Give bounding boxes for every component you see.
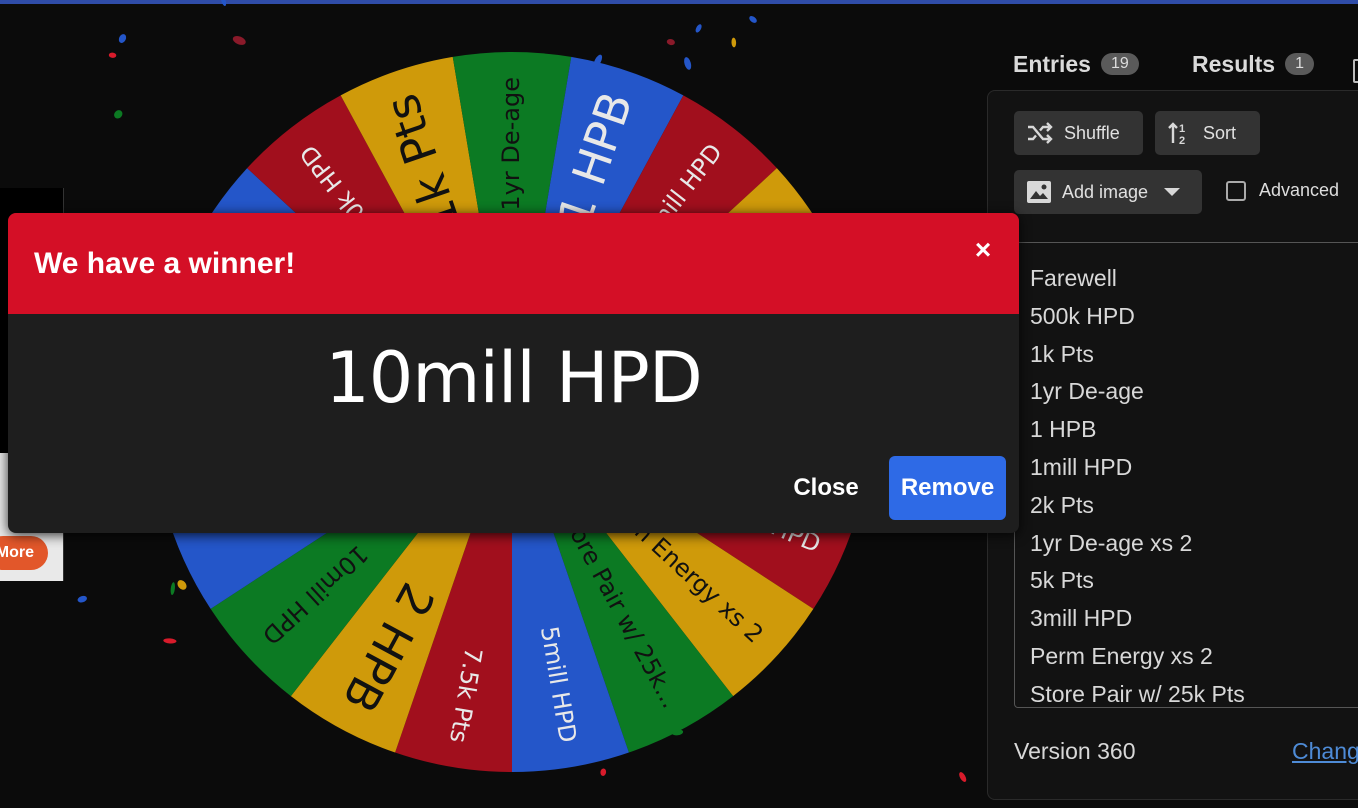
more-button[interactable]: More <box>0 536 48 570</box>
svg-text:2: 2 <box>1179 135 1185 146</box>
tab-entries-count: 19 <box>1100 53 1139 75</box>
sort-label: Sort <box>1203 122 1237 143</box>
add-image-button[interactable]: Add image <box>1014 170 1202 214</box>
entry-item: 2k Pts <box>1030 491 1094 518</box>
confetti-piece <box>170 582 175 595</box>
entry-item: 500k HPD <box>1030 302 1135 329</box>
entry-item: 1mill HPD <box>1030 454 1133 480</box>
add-image-label: Add image <box>1062 181 1149 202</box>
entries-textarea[interactable]: Farewell 500k HPD 1k Pts 1yr De-age 1 HPB 1mi… <box>1014 242 1358 708</box>
confetti-piece <box>600 768 607 776</box>
version-label: Version 360 <box>1014 738 1136 764</box>
confetti-piece <box>731 37 737 48</box>
sort-icon: 1 2 <box>1168 122 1185 146</box>
confetti-piece <box>959 772 967 782</box>
confetti-piece <box>666 39 675 46</box>
image-icon <box>1027 181 1051 203</box>
shuffle-button[interactable]: Shuffle <box>1014 111 1143 155</box>
entry-item: Store Pair w/ 25k Pts <box>1030 680 1245 707</box>
entry-item: 1 HPB <box>1030 416 1097 443</box>
winner-dialog-header: We have a winner! × <box>8 213 1019 314</box>
hide-sidebar-icon[interactable] <box>1353 59 1358 83</box>
winner-text: 10mill HPD <box>325 337 703 419</box>
entry-item: Farewell <box>1030 265 1117 291</box>
sidebar-tabs: Entries 19 Results 1 <box>987 42 1358 99</box>
confetti-piece <box>695 24 702 33</box>
advanced-toggle[interactable]: Advanced <box>1226 180 1339 201</box>
entry-item: Perm Energy xs 2 <box>1030 643 1213 669</box>
tab-results-count: 1 <box>1285 53 1314 75</box>
confetti-piece <box>163 638 177 644</box>
entry-item: 5k Pts <box>1030 567 1094 594</box>
winner-dialog-title: We have a winner! <box>34 247 296 280</box>
tab-entries[interactable]: Entries 19 <box>1013 42 1139 86</box>
entry-item: 1yr De-age <box>1030 378 1144 405</box>
svg-text:1: 1 <box>1179 123 1185 135</box>
remove-button[interactable]: Remove <box>889 456 1006 520</box>
changelog-link[interactable]: Chang <box>1292 738 1358 765</box>
tab-results-label: Results <box>1192 50 1276 77</box>
tab-entries-label: Entries <box>1013 50 1091 77</box>
close-icon[interactable]: × <box>968 235 998 265</box>
advanced-label: Advanced <box>1259 180 1340 200</box>
confetti-piece <box>114 110 123 119</box>
confetti-piece <box>108 52 117 58</box>
advanced-checkbox[interactable] <box>1226 180 1246 201</box>
confetti-piece <box>177 580 187 590</box>
shuffle-icon <box>1028 122 1053 144</box>
dropdown-caret-icon <box>1164 188 1181 196</box>
sort-button[interactable]: 1 2 Sort <box>1155 111 1260 155</box>
confetti-piece <box>118 34 127 43</box>
entry-item: 1k Pts <box>1030 340 1094 367</box>
wheel-slice-label: 1yr De-age <box>497 77 525 211</box>
confetti-piece <box>684 57 692 70</box>
entry-item: 3mill HPD <box>1030 605 1133 632</box>
shuffle-label: Shuffle <box>1064 122 1120 143</box>
confetti-piece <box>220 0 227 7</box>
winner-dialog: We have a winner! × 10mill HPD Close Rem… <box>8 213 1019 533</box>
confetti-piece <box>749 16 757 23</box>
confetti-piece <box>77 595 87 603</box>
confetti-piece <box>232 36 246 45</box>
entries-sidebar: Entries 19 Results 1 Shuffle 1 2 Sort Ad… <box>987 28 1358 808</box>
entry-item: 1yr De-age xs 2 <box>1030 529 1193 556</box>
tab-results[interactable]: Results 1 <box>1192 42 1314 86</box>
close-button[interactable]: Close <box>780 456 872 520</box>
